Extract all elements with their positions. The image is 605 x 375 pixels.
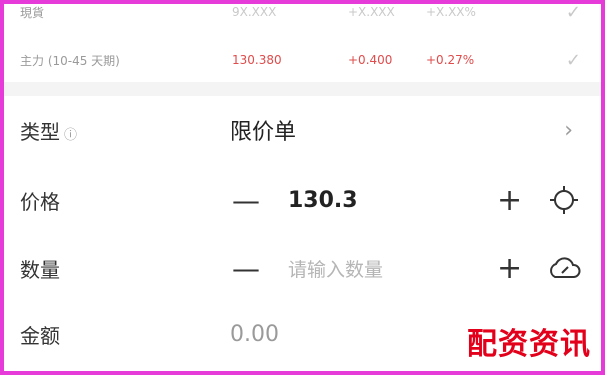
order-type-label: 类型 ⓘ (20, 116, 77, 145)
section-divider (4, 82, 601, 96)
cloud-icon[interactable] (547, 251, 581, 285)
price-decrement-button[interactable]: — (232, 184, 260, 217)
order-type-value: 限价单 (230, 120, 297, 145)
price-label: 价格 (20, 189, 60, 214)
quantity-decrement-button[interactable]: — (232, 252, 260, 285)
order-type-row[interactable]: 类型 ⓘ 限价单 › (4, 96, 601, 164)
check-icon[interactable]: ✓ (566, 50, 581, 71)
quote-price: 9X.XXX (232, 5, 277, 19)
quote-change: +X.XXX (348, 5, 395, 19)
quantity-row: 数量 — 请输入数量 + (4, 234, 601, 302)
info-icon[interactable]: ⓘ (64, 128, 77, 143)
quote-row[interactable]: 主力 (10-45 天期) 130.380 +0.400 +0.27% ✓ (4, 38, 601, 82)
amount-label: 金额 (20, 323, 60, 348)
quote-pct: +X.XX% (426, 5, 476, 19)
watermark-text: 配资资讯 (463, 319, 595, 363)
amount-value: 0.00 (230, 321, 279, 347)
quote-change: +0.400 (348, 53, 393, 67)
quote-name: 現貨 (20, 5, 45, 20)
quote-row[interactable]: 現貨 9X.XXX +X.XXX +X.XX% ✓ (4, 0, 601, 34)
price-increment-button[interactable]: + (497, 183, 522, 218)
chevron-right-icon[interactable]: › (564, 118, 573, 143)
quote-pct: +0.27% (426, 53, 475, 67)
order-type-label-text: 类型 (20, 119, 60, 144)
price-row: 价格 — 130.3 + (4, 166, 601, 234)
crosshair-icon[interactable] (547, 183, 581, 217)
check-icon[interactable]: ✓ (566, 2, 581, 23)
quantity-input[interactable]: 请输入数量 (288, 255, 383, 282)
quantity-label: 数量 (20, 257, 60, 282)
quote-name: 主力 (10-45 天期) (20, 53, 120, 68)
quantity-increment-button[interactable]: + (497, 251, 522, 286)
price-input[interactable]: 130.3 (288, 188, 358, 213)
quote-price: 130.380 (232, 53, 282, 67)
